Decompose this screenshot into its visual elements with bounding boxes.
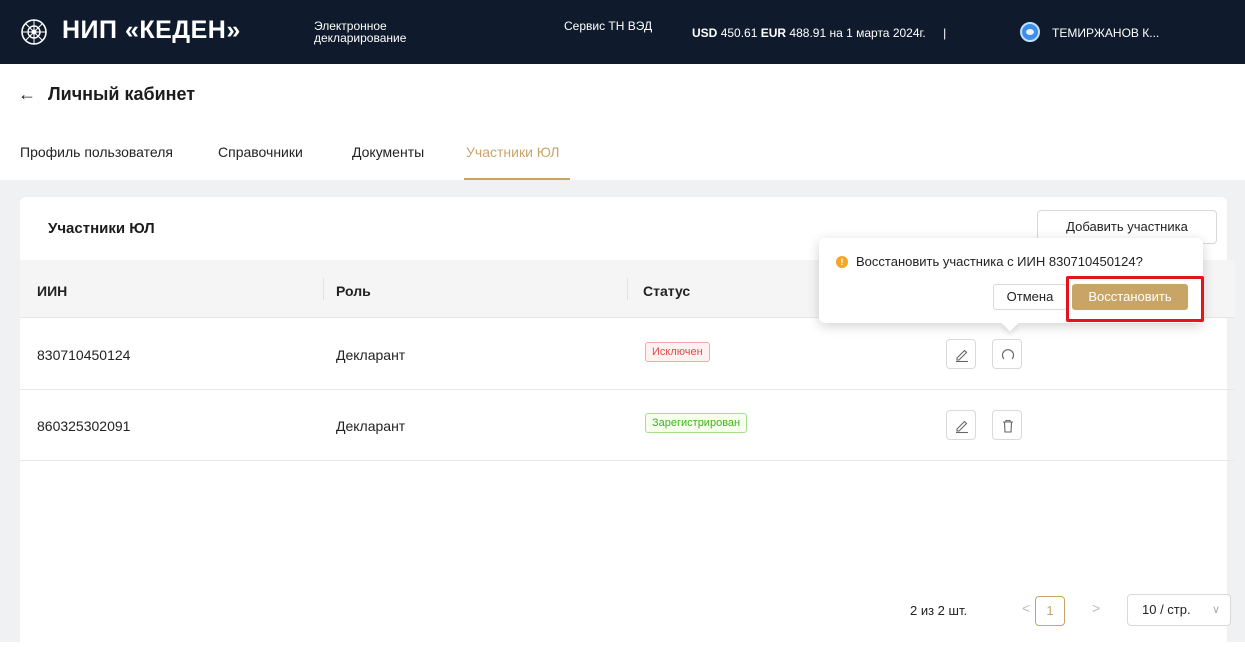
back-arrow-icon[interactable]: ← (18, 84, 36, 105)
restore-confirm-popover (819, 238, 1203, 323)
cell-role: Декларант (336, 347, 406, 363)
usd-value: 450.61 (720, 26, 758, 40)
page-size-select[interactable]: 10 / стр. ∨ (1127, 594, 1231, 626)
page-size-value: 10 / стр. (1142, 602, 1191, 617)
cell-iin: 860325302091 (37, 418, 131, 434)
nav-service-tnved[interactable]: Сервис ТН ВЭД (564, 20, 654, 32)
popover-message: Восстановить участника с ИИН 83071045012… (856, 254, 1143, 269)
tab-bar: Профиль пользователя Справочники Докумен… (0, 144, 1245, 180)
delete-button[interactable] (992, 410, 1022, 440)
restore-button[interactable] (992, 339, 1022, 369)
logo-text[interactable]: НИП «КЕДЕН» (62, 16, 241, 45)
edit-icon (956, 420, 968, 434)
table-row: 860325302091 Декларант Зарегистрирован (20, 390, 1235, 461)
nav-electronic-declaration[interactable]: Электронное декларирование (314, 20, 434, 44)
edit-button[interactable] (946, 339, 976, 369)
tab-directories[interactable]: Справочники (218, 144, 303, 160)
pagination-total: 2 из 2 шт. (910, 603, 968, 618)
avatar[interactable] (1020, 22, 1040, 42)
status-badge: Исключен (645, 342, 710, 362)
edit-button[interactable] (946, 410, 976, 440)
pagination-next-button[interactable]: > (1092, 600, 1100, 616)
cancel-button[interactable]: Отмена (993, 284, 1067, 310)
column-divider (627, 278, 628, 300)
column-header-role: Роль (336, 283, 371, 299)
column-header-iin: ИИН (37, 283, 68, 299)
table-row: 830710450124 Декларант Исключен (20, 319, 1235, 390)
logo-emblem-icon (21, 19, 47, 45)
exclamation-icon: ! (836, 256, 848, 268)
cell-role: Декларант (336, 418, 406, 434)
card-title: Участники ЮЛ (48, 220, 155, 237)
restore-icon (1001, 349, 1015, 360)
separator: | (943, 26, 947, 40)
eur-label: EUR (760, 26, 787, 40)
user-name[interactable]: ТЕМИРЖАНОВ К... (1052, 26, 1159, 40)
confirm-restore-button[interactable]: Восстановить (1072, 284, 1188, 310)
rate-date: на 1 марта 2024г. (829, 26, 926, 40)
page-title: Личный кабинет (48, 84, 196, 104)
exchange-rates: USD 450.61 EUR 488.91 на 1 марта 2024г. … (692, 26, 946, 40)
tab-legal-participants[interactable]: Участники ЮЛ (466, 144, 559, 160)
column-header-status: Статус (643, 283, 691, 299)
pagination-page-1[interactable]: 1 (1035, 596, 1065, 626)
pagination-prev-button[interactable]: < (1022, 600, 1030, 616)
usd-label: USD (692, 26, 718, 40)
top-bar: НИП «КЕДЕН» Электронное декларирование С… (0, 0, 1245, 64)
chevron-down-icon: ∨ (1211, 604, 1220, 616)
status-badge: Зарегистрирован (645, 413, 748, 433)
eur-value: 488.91 (789, 26, 827, 40)
column-divider (323, 278, 324, 300)
cell-iin: 830710450124 (37, 347, 131, 363)
edit-icon (956, 349, 968, 363)
tab-documents[interactable]: Документы (352, 144, 424, 160)
tab-user-profile[interactable]: Профиль пользователя (20, 144, 173, 160)
delete-icon (1003, 419, 1013, 433)
